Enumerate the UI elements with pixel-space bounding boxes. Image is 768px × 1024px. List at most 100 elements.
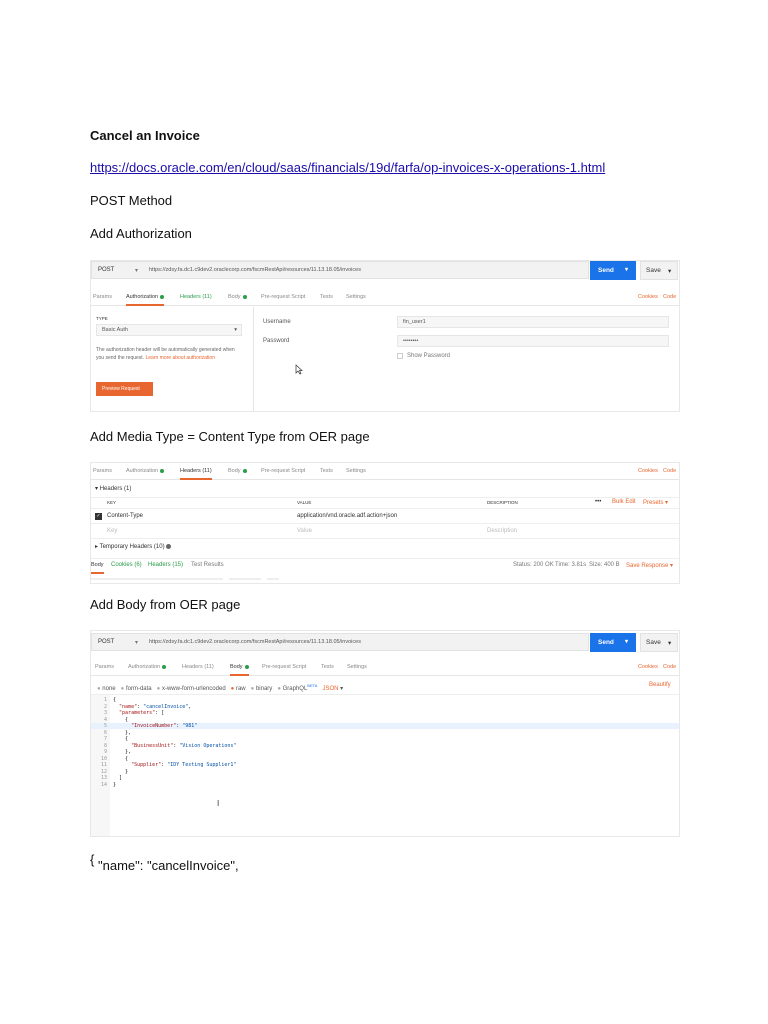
resp-tab-headers[interactable]: Headers (15) bbox=[148, 562, 183, 568]
auth-type-select[interactable]: Basic Auth ▾ bbox=[96, 324, 242, 336]
preview-request-button[interactable]: Preview Request bbox=[96, 382, 153, 396]
radio-graphql[interactable]: ● GraphQLBETA bbox=[277, 683, 317, 692]
tab-pre-request[interactable]: Pre-request Script bbox=[261, 468, 305, 474]
save-response-dropdown[interactable]: Save Response ▾ bbox=[626, 562, 673, 569]
tab-tests[interactable]: Tests bbox=[321, 664, 334, 670]
tab-params[interactable]: Params bbox=[93, 468, 112, 474]
scrollbar-segment bbox=[267, 578, 279, 580]
oracle-docs-link[interactable]: https://docs.oracle.com/en/cloud/saas/fi… bbox=[90, 160, 605, 175]
new-key-input[interactable]: Key bbox=[107, 528, 117, 534]
save-response-label: Save Response bbox=[626, 563, 669, 569]
tab-authorization[interactable]: Authorization bbox=[126, 294, 165, 306]
tab-pre-request[interactable]: Pre-request Script bbox=[262, 664, 306, 670]
resp-tab-cookies[interactable]: Cookies (6) bbox=[111, 562, 142, 568]
tab-settings[interactable]: Settings bbox=[346, 468, 366, 474]
row-enabled-checkbox[interactable]: ✓ bbox=[95, 513, 102, 520]
radio-urlencoded[interactable]: ● x-www-form-urlencoded bbox=[157, 686, 226, 692]
save-button[interactable]: Save ▾ bbox=[640, 633, 678, 652]
url-bar[interactable]: POST ▾ https://zdsy.fa.dc1.c9dev2.oracle… bbox=[91, 261, 589, 279]
json-code[interactable]: { "name": "cancelInvoice", "parameters":… bbox=[113, 697, 236, 788]
radio-form-data[interactable]: ● form-data bbox=[121, 686, 152, 692]
scrollbar[interactable] bbox=[91, 578, 223, 580]
code-link[interactable]: Code bbox=[663, 664, 676, 670]
bulk-edit-link[interactable]: Bulk Edit bbox=[612, 499, 636, 505]
tab-settings[interactable]: Settings bbox=[347, 664, 367, 670]
tab-authorization[interactable]: Authorization bbox=[128, 664, 167, 670]
cookies-link[interactable]: Cookies bbox=[638, 664, 658, 670]
tab-body[interactable]: Body bbox=[228, 294, 247, 300]
tab-authorization[interactable]: Authorization bbox=[126, 468, 165, 474]
url-input[interactable]: https://zdsy.fa.dc1.c9dev2.oraclecorp.co… bbox=[149, 639, 361, 645]
response-time: Time: 3.81s bbox=[555, 562, 587, 568]
show-password-checkbox[interactable] bbox=[397, 353, 403, 359]
preview-request-label: Preview Request bbox=[102, 386, 140, 392]
tab-params[interactable]: Params bbox=[93, 294, 112, 300]
send-button[interactable]: Send ▾ bbox=[590, 261, 636, 280]
auth-type-value: Basic Auth bbox=[102, 327, 128, 333]
code-editor[interactable]: 1 2 3 4 5 6 7 8 9 10 11 12 13 14 { "name": "cancelInv… bbox=[91, 694, 679, 836]
request-tabs: Params Authorization Headers (11) Body P… bbox=[91, 661, 679, 676]
request-tabs: Params Authorization Headers (11) Body P… bbox=[91, 465, 679, 480]
new-description-input[interactable]: Description bbox=[487, 528, 517, 534]
tab-tests[interactable]: Tests bbox=[320, 294, 333, 300]
tab-settings[interactable]: Settings bbox=[346, 294, 366, 300]
show-password-label: Show Password bbox=[407, 353, 451, 359]
tab-tests[interactable]: Tests bbox=[320, 468, 333, 474]
save-button[interactable]: Save ▾ bbox=[640, 261, 678, 280]
cookies-link[interactable]: Cookies bbox=[638, 468, 658, 474]
text-cursor-icon: I bbox=[217, 799, 220, 808]
header-value-cell[interactable]: application/vnd.oracle.adf.action+json bbox=[297, 513, 397, 519]
auth-type-panel: TYPE Basic Auth ▾ The authorization head… bbox=[91, 307, 254, 411]
header-key-cell[interactable]: Content-Type bbox=[107, 513, 143, 519]
step-auth-heading: Add Authorization bbox=[90, 226, 192, 241]
status-dot-icon bbox=[244, 664, 249, 669]
url-bar[interactable]: POST ▾ https://zdsy.fa.dc1.c9dev2.oracle… bbox=[91, 633, 589, 651]
chevron-down-icon[interactable]: ▾ bbox=[625, 638, 628, 645]
tab-params[interactable]: Params bbox=[95, 664, 114, 670]
username-field[interactable]: fin_user1 bbox=[397, 316, 669, 328]
tab-authorization-label: Authorization bbox=[126, 294, 159, 300]
tab-headers[interactable]: Headers (11) bbox=[180, 468, 212, 480]
headers-toggle[interactable]: ▾ Headers (1) bbox=[95, 485, 131, 492]
code-link[interactable]: Code bbox=[663, 468, 676, 474]
beautify-link[interactable]: Beautify bbox=[649, 682, 671, 688]
temporary-headers-toggle[interactable]: ▸ Temporary Headers (10) bbox=[95, 543, 172, 550]
json-key: "InvoiceNumber" bbox=[131, 723, 177, 729]
step-body-heading: Add Body from OER page bbox=[90, 597, 241, 612]
cookies-link[interactable]: Cookies bbox=[638, 294, 658, 300]
tab-body-label: Body bbox=[230, 664, 243, 670]
tab-headers[interactable]: Headers (11) bbox=[180, 294, 212, 300]
temporary-headers-label: Temporary Headers (10) bbox=[99, 544, 165, 550]
chevron-down-icon: ▾ bbox=[340, 686, 344, 692]
radio-raw[interactable]: ● raw bbox=[231, 686, 246, 692]
json-open-brace: { bbox=[90, 852, 95, 867]
password-field[interactable]: •••••••• bbox=[397, 335, 669, 347]
send-button[interactable]: Send ▾ bbox=[590, 633, 636, 652]
tab-authorization-label: Authorization bbox=[126, 468, 159, 474]
chevron-down-icon[interactable]: ▾ bbox=[625, 266, 628, 273]
json-string: "IDY Testing Supplier1" bbox=[167, 762, 237, 768]
presets-dropdown[interactable]: Presets ▾ bbox=[643, 499, 668, 506]
radio-binary[interactable]: ● binary bbox=[251, 686, 273, 692]
json-format-dropdown[interactable]: JSON ▾ bbox=[322, 686, 343, 692]
code-link[interactable]: Code bbox=[663, 294, 676, 300]
auth-help-text: The authorization header will be automat… bbox=[96, 346, 244, 362]
method-select[interactable]: POST bbox=[98, 267, 114, 273]
send-label: Send bbox=[598, 267, 614, 274]
col-value: VALUE bbox=[297, 500, 312, 505]
response-size: Size: 400 B bbox=[589, 562, 620, 568]
new-value-input[interactable]: Value bbox=[297, 528, 312, 534]
url-input[interactable]: https://zdsy.fa.dc1.c9dev2.oraclecorp.co… bbox=[149, 267, 361, 273]
learn-more-link[interactable]: Learn more about authorization bbox=[145, 355, 215, 361]
tab-headers[interactable]: Headers (11) bbox=[182, 664, 214, 670]
more-options-icon[interactable]: ••• bbox=[595, 499, 601, 505]
tab-body[interactable]: Body bbox=[228, 468, 247, 474]
tab-body-label: Body bbox=[228, 468, 241, 474]
tab-pre-request[interactable]: Pre-request Script bbox=[261, 294, 305, 300]
radio-none[interactable]: ● none bbox=[97, 686, 116, 692]
resp-tab-body[interactable]: Body bbox=[91, 562, 104, 574]
info-icon bbox=[166, 543, 172, 549]
resp-tab-test-results[interactable]: Test Results bbox=[191, 562, 224, 568]
tab-body[interactable]: Body bbox=[230, 664, 249, 676]
method-select[interactable]: POST bbox=[98, 639, 114, 645]
